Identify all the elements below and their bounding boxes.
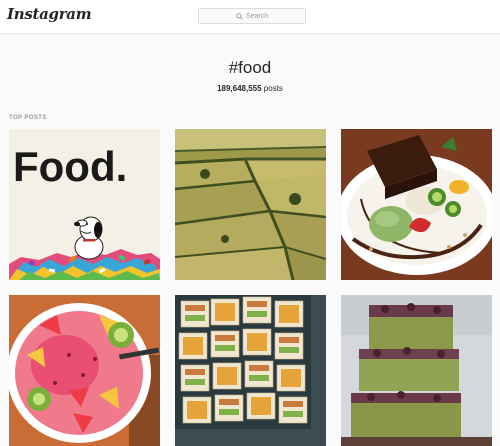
instagram-logo[interactable]: Instagram: [7, 5, 92, 23]
post-count-number: 189,648,555: [217, 84, 262, 93]
post-thumbnail-2[interactable]: [175, 129, 326, 280]
post-count: 189,648,555 posts: [0, 84, 500, 93]
post-image-fries-sandwiches: [175, 295, 326, 446]
post-image-stacked-bars: [341, 295, 492, 446]
top-navigation-bar: Instagram Search: [0, 0, 500, 34]
post-count-suffix: posts: [261, 84, 283, 93]
search-box[interactable]: Search: [198, 8, 306, 24]
hashtag-title: #food: [228, 58, 272, 77]
post-thumbnail-6[interactable]: [341, 295, 492, 446]
post-thumbnail-3[interactable]: [341, 129, 492, 280]
post-thumbnail-4[interactable]: [9, 295, 160, 446]
search-placeholder: Search: [245, 12, 269, 20]
post-image-brownie-dessert: [341, 129, 492, 280]
post-image-text: Food.: [13, 143, 127, 190]
post-image-fruit-bowl: [9, 295, 160, 446]
top-posts-label: TOP POSTS: [9, 115, 47, 121]
post-thumbnail-5[interactable]: [175, 295, 326, 446]
post-image-aerial-fields: [175, 129, 326, 280]
post-image-food-snoopy: Food.: [9, 129, 160, 280]
search-icon: [236, 12, 243, 20]
post-thumbnail-1[interactable]: Food.: [9, 129, 160, 280]
